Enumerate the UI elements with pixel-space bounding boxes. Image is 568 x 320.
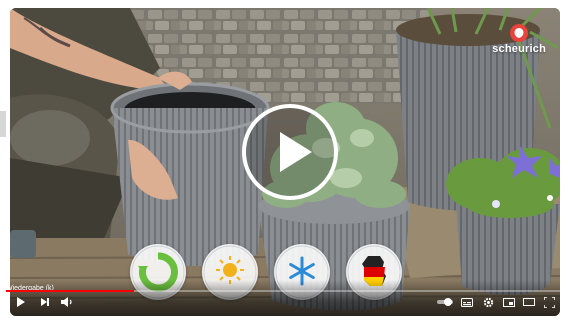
theater-mode-icon (523, 298, 535, 306)
progress-played (6, 290, 134, 292)
logo-icon (510, 24, 529, 42)
center-play-button[interactable] (242, 104, 338, 200)
brand-logo: scheurich (492, 24, 546, 55)
side-panel-edge (0, 111, 6, 137)
next-icon (41, 298, 49, 306)
subtitles-button[interactable] (461, 296, 473, 308)
volume-icon (61, 297, 72, 307)
autoplay-toggle-icon (437, 298, 453, 306)
play-icon (280, 132, 312, 172)
settings-button[interactable] (482, 296, 494, 308)
video-player[interactable]: scheurich (10, 8, 560, 316)
miniplayer-button[interactable] (503, 296, 515, 308)
brand-name: scheurich (492, 43, 546, 55)
volume-button[interactable] (60, 296, 74, 308)
miniplayer-icon (503, 297, 515, 307)
autoplay-toggle[interactable] (437, 296, 453, 308)
play-icon (17, 297, 25, 307)
fullscreen-icon (543, 296, 555, 308)
subtitles-icon (461, 297, 473, 307)
fullscreen-button[interactable] (543, 296, 555, 308)
gear-icon (483, 297, 493, 307)
next-button[interactable] (38, 296, 52, 308)
progress-bar[interactable] (6, 290, 562, 292)
control-bar (10, 280, 560, 316)
theater-mode-button[interactable] (523, 296, 535, 308)
play-button[interactable] (14, 296, 28, 308)
